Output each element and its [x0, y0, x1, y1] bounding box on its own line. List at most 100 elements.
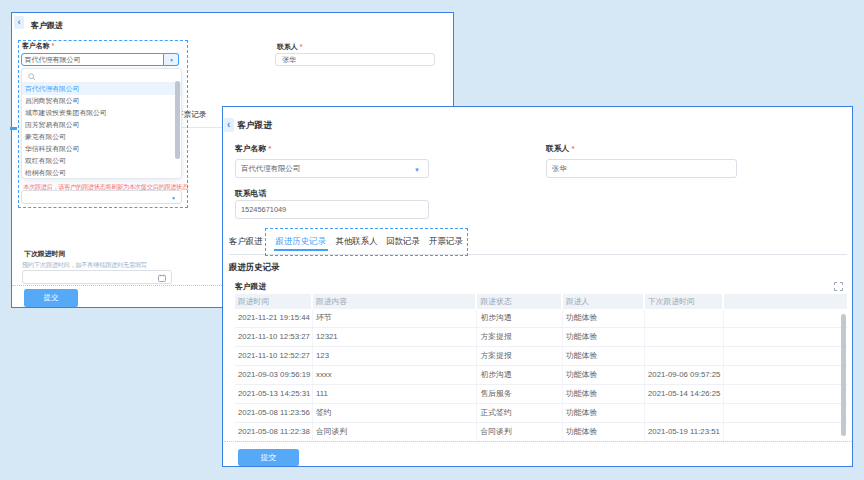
section-title: 跟进历史记录: [229, 262, 279, 273]
follow-up-form-panel-front: ‹ 客户跟进 客户名称* 百代代理有限公司▼ 联系人* 张华 联系电话 1524…: [222, 106, 853, 467]
table-cell: 12321: [313, 328, 478, 346]
dropdown-item[interactable]: 城市建设投资集团有限公司: [22, 107, 181, 119]
tab-回款记录[interactable]: 回款记录: [386, 228, 420, 254]
chevron-down-icon: ▼: [171, 196, 176, 201]
contact-input[interactable]: 张华: [546, 159, 737, 178]
dropdown-search-input[interactable]: [22, 69, 181, 83]
table-cell: 2021-05-14 14:26:25: [645, 385, 724, 403]
highlight-handle: [10, 127, 17, 130]
table-body: 2021-11-21 19:15:44环节初步沟通功能体验2021-11-10 …: [235, 309, 847, 442]
table-cell: [724, 309, 847, 327]
customer-name-label: 客户名称*: [235, 143, 271, 154]
tab-开票记录[interactable]: 开票记录: [429, 228, 463, 254]
table-cell: 售后服务: [477, 385, 563, 403]
table-cell: [724, 366, 847, 384]
back-button[interactable]: ‹: [14, 16, 24, 29]
table-cell: [724, 385, 847, 403]
follow-up-history-table: 跟进时间跟进内容跟进状态跟进人下次跟进时间 2021-11-21 19:15:4…: [235, 294, 847, 442]
table-row[interactable]: 2021-09-03 09:56:19xxxx初步沟通功能体验2021-09-0…: [235, 366, 847, 385]
column-header: 跟进内容: [313, 294, 478, 309]
contact-label: 联系人*: [546, 143, 574, 154]
table-row[interactable]: 2021-05-08 11:22:38合同谈判合同谈判功能体验2021-05-1…: [235, 423, 847, 442]
table-cell: 签约: [313, 404, 478, 422]
table-cell: [645, 328, 724, 346]
customer-dropdown: 百代代理有限公司昌润商贸有限公司城市建设投资集团有限公司国芳贸易有限公司豪克有限…: [21, 68, 182, 179]
table-row[interactable]: 2021-11-10 12:52:27123方案提报功能体验: [235, 347, 847, 366]
chevron-down-icon: ▼: [414, 167, 420, 173]
submit-button[interactable]: 提交: [238, 449, 299, 467]
table-row[interactable]: 2021-05-08 11:23:56签约正式签约功能体验: [235, 404, 847, 423]
fullscreen-icon[interactable]: [834, 282, 843, 291]
table-cell: 合同谈判: [313, 423, 478, 441]
search-icon: [28, 73, 36, 81]
table-cell: 123: [313, 347, 478, 365]
contact-label: 联系人*: [277, 42, 302, 52]
table-row[interactable]: 2021-11-21 19:15:44环节初步沟通功能体验: [235, 309, 847, 328]
next-follow-up-label: 下次跟进时间: [24, 249, 65, 259]
dropdown-item[interactable]: 国芳贸易有限公司: [22, 119, 181, 131]
table-cell: 2021-11-10 12:53:27: [235, 328, 313, 346]
tab-bar: 客户跟进跟进历史记录其他联系人回款记录开票记录: [223, 228, 852, 254]
table-cell: [645, 404, 724, 422]
table-header-row: 跟进时间跟进内容跟进状态跟进人下次跟进时间: [235, 294, 847, 309]
tab-其他联系人[interactable]: 其他联系人: [336, 228, 378, 254]
column-header: 跟进时间: [235, 294, 313, 309]
table-cell: 合同谈判: [477, 423, 563, 441]
dotted-divider: [224, 441, 852, 442]
contact-input[interactable]: 张华: [275, 53, 435, 67]
table-cell: 方案提报: [477, 328, 563, 346]
table-cell: 2021-09-06 09:57:25: [645, 366, 724, 384]
dropdown-toggle-button[interactable]: ▼: [164, 53, 179, 66]
submit-button[interactable]: 提交: [24, 289, 78, 307]
next-follow-up-date-input[interactable]: [22, 270, 172, 284]
back-button[interactable]: ‹: [224, 118, 234, 132]
column-header: [724, 294, 847, 309]
table-cell: 2021-05-19 11:23:51: [645, 423, 724, 441]
table-cell: 2021-09-03 09:56:19: [235, 366, 313, 384]
dropdown-item[interactable]: 梧桐有限公司: [22, 167, 181, 179]
follow-up-warning-text: 本次跟进后，该客户的跟进状态将刷新为本次提交后的跟进状态: [23, 183, 188, 192]
dropdown-item[interactable]: 豪克有限公司: [22, 131, 181, 143]
tab-客户跟进[interactable]: 客户跟进: [229, 228, 263, 254]
table-cell: [645, 347, 724, 365]
table-cell: [724, 423, 847, 441]
customer-name-combobox[interactable]: 百代代理有限公司 ▼: [21, 53, 179, 66]
dropdown-item[interactable]: 昌润商贸有限公司: [22, 95, 181, 107]
table-cell: 环节: [313, 309, 478, 327]
table-scrollbar[interactable]: [841, 314, 847, 436]
page-title: 客户跟进: [237, 119, 272, 132]
dropdown-item[interactable]: 华信科技有限公司: [22, 143, 181, 155]
table-cell: 功能体验: [563, 328, 645, 346]
table-cell: 方案提报: [477, 347, 563, 365]
chevron-left-icon: ‹: [18, 17, 21, 27]
table-cell: 功能体验: [563, 309, 645, 327]
column-header: 跟进状态: [477, 294, 563, 309]
table-cell: xxxx: [313, 366, 478, 384]
dropdown-item[interactable]: 双红有限公司: [22, 155, 181, 167]
tab-跟进历史记录[interactable]: 跟进历史记录: [276, 228, 326, 254]
table-cell: 111: [313, 385, 478, 403]
dropdown-item[interactable]: 百代代理有限公司: [22, 83, 181, 95]
table-cell: 功能体验: [563, 366, 645, 384]
phone-input[interactable]: 15245671049: [235, 200, 429, 219]
follow-up-status-select[interactable]: ▼: [21, 190, 182, 204]
table-cell: 初步沟通: [477, 309, 563, 327]
next-follow-up-hint: 预约下次跟进时间，如不再继续跟进则无需填写: [22, 261, 147, 270]
table-cell: 2021-05-08 11:22:38: [235, 423, 313, 441]
dropdown-scrollbar[interactable]: [175, 81, 180, 159]
table-cell: [645, 309, 724, 327]
table-cell: 2021-05-08 11:23:56: [235, 404, 313, 422]
table-row[interactable]: 2021-11-10 12:53:2712321方案提报功能体验: [235, 328, 847, 347]
page-background: ‹ 客户跟进 客户名称* 百代代理有限公司 ▼ 百代代理有限公司昌润商贸有限公司…: [0, 0, 864, 480]
page-title: 客户跟进: [31, 19, 63, 32]
table-cell: 正式签约: [477, 404, 563, 422]
table-cell: 功能体验: [563, 404, 645, 422]
customer-name-value[interactable]: 百代代理有限公司: [21, 53, 164, 66]
phone-label: 联系电话: [235, 188, 266, 199]
table-row[interactable]: 2021-05-13 14:25:31111售后服务功能体验2021-05-14…: [235, 385, 847, 404]
column-header: 跟进人: [563, 294, 645, 309]
table-cell: 2021-11-10 12:52:27: [235, 347, 313, 365]
calendar-icon: [158, 274, 166, 282]
customer-name-select[interactable]: 百代代理有限公司▼: [235, 159, 429, 178]
chevron-left-icon: ‹: [227, 119, 230, 130]
